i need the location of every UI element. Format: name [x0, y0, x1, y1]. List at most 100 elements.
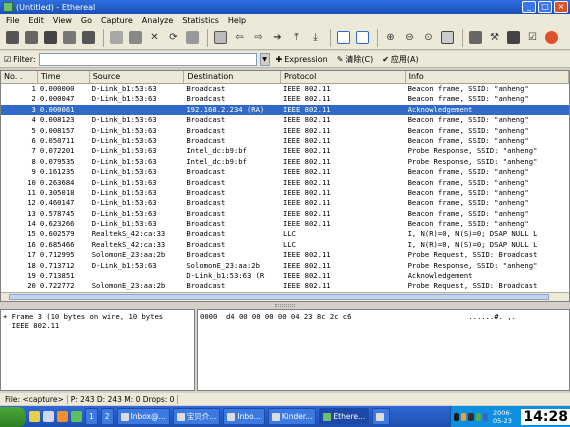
column-header-no[interactable]: No. .: [1, 71, 38, 83]
coloring-rules-icon[interactable]: [505, 29, 522, 46]
quicklaunch-ie-icon[interactable]: [29, 411, 40, 422]
preferences-icon[interactable]: ☑: [524, 29, 541, 46]
pane-splitter[interactable]: [275, 304, 295, 307]
zoom-out-icon[interactable]: ⊖: [401, 29, 418, 46]
filter-label[interactable]: ☑ Filter:: [4, 55, 36, 64]
capture-options-icon[interactable]: [23, 29, 40, 46]
packet-row[interactable]: 17 0.712995 SolomonE_23:aa:2b Broadcast IEEE…: [1, 250, 569, 260]
restart-capture-icon[interactable]: [80, 29, 97, 46]
go-back-icon[interactable]: ⇦: [231, 29, 248, 46]
packet-row[interactable]: 14 0.623266 D-Link_b1:53:63 Broadcast IEEE 8…: [1, 219, 569, 229]
menu-file[interactable]: File: [6, 16, 19, 25]
quicklaunch-media-icon[interactable]: [71, 411, 82, 422]
packet-row[interactable]: 3 0.000061 192.168.2.234 (RA) IEEE 802.11 Ac…: [1, 104, 569, 116]
clock-time[interactable]: 14:28: [521, 408, 570, 425]
taskbar-group-1[interactable]: 1: [85, 408, 98, 425]
packet-row[interactable]: 8 0.079535 D-Link_b1:53:63 Intel_dc:b9:bf IE…: [1, 157, 569, 167]
detail-frame-line[interactable]: + Frame 3 (10 bytes on wire, 10 bytes: [3, 312, 192, 321]
packet-row[interactable]: 9 0.161235 D-Link_b1:53:63 Broadcast IEEE 80…: [1, 167, 569, 177]
zoom-normal-icon[interactable]: ⊙: [420, 29, 437, 46]
taskbar-baobei[interactable]: 宝贝介...: [172, 408, 221, 425]
scrollbar-thumb[interactable]: [9, 294, 549, 300]
packet-no: 10: [27, 177, 36, 187]
stop-capture-icon[interactable]: [61, 29, 78, 46]
menu-edit[interactable]: Edit: [28, 16, 44, 25]
packet-destination: Broadcast: [186, 167, 226, 177]
taskbar-group-2[interactable]: 2: [100, 408, 114, 425]
column-header-info[interactable]: Info: [406, 71, 569, 83]
menu-statistics[interactable]: Statistics: [182, 16, 219, 25]
open-file-icon[interactable]: [108, 29, 125, 46]
zoom-in-icon[interactable]: ⊕: [382, 29, 399, 46]
packet-row[interactable]: 12 0.460147 D-Link_b1:53:63 Broadcast IEEE 8…: [1, 198, 569, 208]
quicklaunch-app-icon[interactable]: [57, 411, 68, 422]
column-header-destination[interactable]: Destination: [184, 71, 282, 83]
tray-icon-3[interactable]: [468, 412, 474, 421]
apply-button[interactable]: ✔ 应用(A): [379, 53, 421, 66]
filter-input[interactable]: [38, 52, 257, 66]
go-to-packet-icon[interactable]: ➔: [269, 29, 286, 46]
save-file-icon[interactable]: [127, 29, 144, 46]
detail-ieee-line[interactable]: IEEE 802.11: [3, 321, 192, 330]
close-file-icon[interactable]: ✕: [146, 29, 163, 46]
packet-row[interactable]: 11 0.305018 D-Link_b1:53:63 Broadcast IEEE 8…: [1, 188, 569, 198]
menu-analyze[interactable]: Analyze: [142, 16, 174, 25]
tray-icon-2[interactable]: [461, 412, 467, 421]
packet-row[interactable]: 19 0.713851 D-Link_b1:53:63 (R IEEE 802.11 A…: [1, 271, 569, 281]
expression-button[interactable]: ✚ Expression: [273, 53, 331, 66]
packet-row[interactable]: 6 0.050711 D-Link_b1:53:63 Broadcast IEEE 80…: [1, 136, 569, 146]
taskbar-inbox[interactable]: Inbox@...: [116, 408, 170, 425]
column-header-protocol[interactable]: Protocol: [281, 71, 406, 83]
column-header-time[interactable]: Time: [38, 71, 90, 83]
tray-icon-4[interactable]: [475, 412, 481, 421]
packet-row[interactable]: 18 0.713712 D-Link_b1:53:63 SolomonE_23:aa:…: [1, 261, 569, 271]
tray-icon-5[interactable]: [482, 412, 488, 421]
go-last-icon[interactable]: ⤓: [307, 29, 324, 46]
packet-row[interactable]: 13 0.578745 D-Link_b1:53:63 Broadcast IEEE 8…: [1, 209, 569, 219]
go-forward-icon[interactable]: ⇨: [250, 29, 267, 46]
print-icon[interactable]: [184, 29, 201, 46]
menu-go[interactable]: Go: [81, 16, 92, 25]
start-capture-icon[interactable]: [42, 29, 59, 46]
taskbar-kinder[interactable]: Kinder...: [267, 408, 317, 425]
help-icon[interactable]: [543, 29, 560, 46]
packet-row[interactable]: 4 0.008123 D-Link_b1:53:63 Broadcast IEEE 80…: [1, 115, 569, 125]
expand-icon[interactable]: +: [3, 312, 7, 321]
taskbar-inbox-2[interactable]: Inbo...: [223, 408, 265, 425]
packet-row[interactable]: 15 0.602579 RealtekS_42:ca:33 Broadcast LLC I…: [1, 229, 569, 239]
packet-details-pane[interactable]: + Frame 3 (10 bytes on wire, 10 bytes IE…: [0, 309, 195, 391]
capture-filters-icon[interactable]: [467, 29, 484, 46]
packet-list-scrollbar[interactable]: [1, 292, 569, 301]
packet-row[interactable]: 5 0.008157 D-Link_b1:53:63 Broadcast IEEE 80…: [1, 126, 569, 136]
clear-button[interactable]: ✎ 清除(C): [334, 53, 377, 66]
minimize-button[interactable]: _: [522, 1, 536, 13]
close-button[interactable]: ×: [554, 1, 568, 13]
tray-icon-1[interactable]: [454, 412, 460, 421]
find-packet-icon[interactable]: [212, 29, 229, 46]
start-button[interactable]: [0, 406, 26, 427]
packet-row[interactable]: 10 0.263684 D-Link_b1:53:63 Broadcast IEEE 8…: [1, 178, 569, 188]
packet-row[interactable]: 2 0.000047 D-Link_b1:53:63 Broadcast IEEE 80…: [1, 94, 569, 104]
quicklaunch-desktop-icon[interactable]: [43, 411, 54, 422]
menu-view[interactable]: View: [53, 16, 72, 25]
display-filters-icon[interactable]: ⚒: [486, 29, 503, 46]
menu-capture[interactable]: Capture: [101, 16, 133, 25]
packet-bytes-pane[interactable]: 0000 d4 00 00 00 00 04 23 8c 2c c6 .....…: [197, 309, 570, 391]
taskbar-ethereal[interactable]: Ethere...: [319, 408, 370, 425]
interfaces-icon[interactable]: [4, 29, 21, 46]
menu-help[interactable]: Help: [228, 16, 246, 25]
colorize-icon[interactable]: [335, 29, 352, 46]
packet-row[interactable]: 16 0.685466 RealtekS_42:ca:33 Broadcast LLC I…: [1, 240, 569, 250]
resize-columns-icon[interactable]: [439, 29, 456, 46]
packet-row[interactable]: 1 0.000000 D-Link_b1:53:63 Broadcast IEEE 80…: [1, 84, 569, 94]
reload-icon[interactable]: ⟳: [165, 29, 182, 46]
taskbar-other[interactable]: [372, 408, 391, 425]
packet-list[interactable]: No. . Time Source Destination Protocol I…: [0, 70, 570, 302]
packet-row[interactable]: 20 0.722772 SolomonE_23:aa:2b Broadcast IEEE…: [1, 281, 569, 291]
filter-dropdown-icon[interactable]: ▼: [259, 52, 270, 66]
packet-row[interactable]: 7 0.072201 D-Link_b1:53:63 Intel_dc:b9:bf IE…: [1, 146, 569, 156]
auto-scroll-icon[interactable]: [354, 29, 371, 46]
maximize-button[interactable]: □: [538, 1, 552, 13]
column-header-source[interactable]: Source: [90, 71, 185, 83]
go-first-icon[interactable]: ⤒: [288, 29, 305, 46]
